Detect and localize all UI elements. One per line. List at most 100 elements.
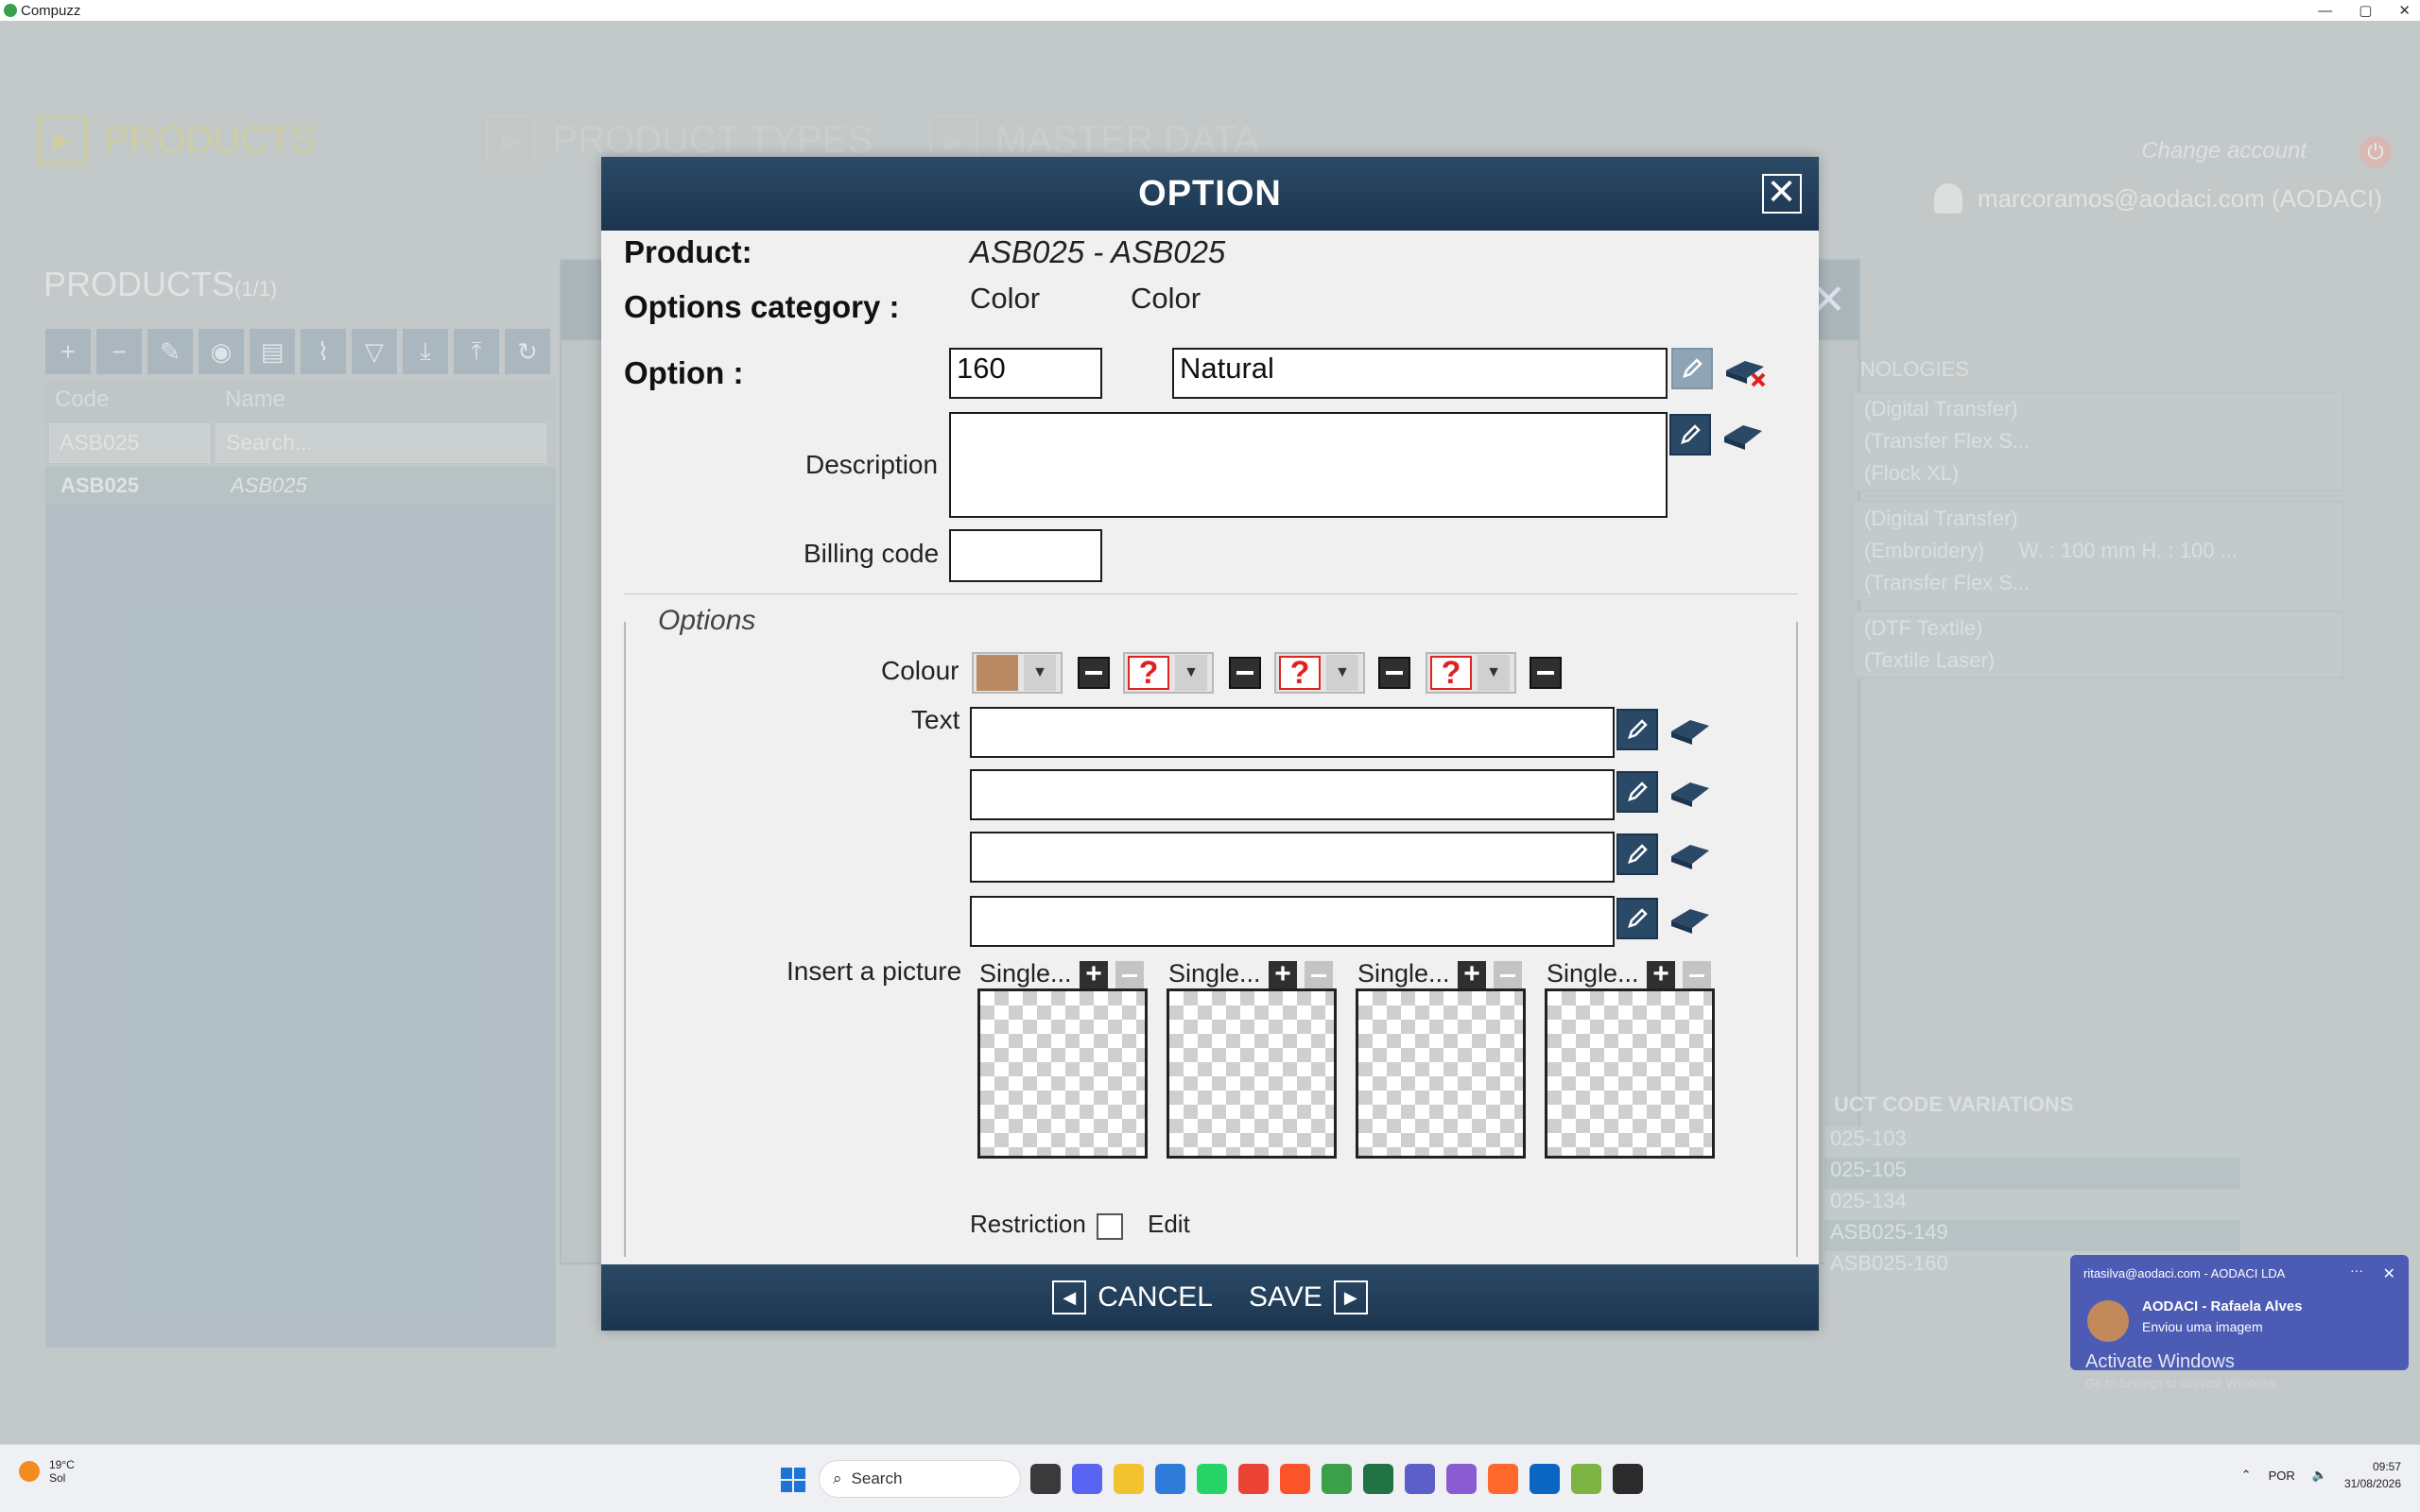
notification-message: Enviou uma imagem	[2142, 1319, 2263, 1334]
weather-widget[interactable]: 19°C Sol	[19, 1458, 75, 1485]
chevron-up-icon[interactable]: ⌃	[2241, 1468, 2252, 1483]
colour-dropdown-2[interactable]: ? ▼	[1123, 652, 1214, 694]
chrome-icon[interactable]	[1238, 1464, 1269, 1494]
picture-placeholder[interactable]	[1167, 988, 1337, 1159]
description-textarea[interactable]	[949, 412, 1668, 518]
language-indicator[interactable]: POR	[2269, 1469, 2295, 1483]
teams-icon[interactable]	[1405, 1464, 1435, 1494]
picture-label: Single...	[1547, 959, 1639, 988]
save-button[interactable]: SAVE ▶	[1249, 1280, 1368, 1314]
option-name-input[interactable]: Natural	[1172, 348, 1668, 399]
colour-dropdown-3[interactable]: ? ▼	[1274, 652, 1365, 694]
task-view-icon[interactable]	[1030, 1464, 1061, 1494]
picture-label: Single...	[1168, 959, 1261, 988]
remove-colour-button[interactable]	[1530, 657, 1562, 689]
translation-delete-icon[interactable]	[1722, 348, 1770, 389]
people-icon[interactable]	[1155, 1464, 1185, 1494]
category-code: Color	[970, 282, 1041, 315]
save-label: SAVE	[1248, 1281, 1322, 1313]
minimize-button[interactable]: —	[2318, 3, 2332, 19]
add-picture-button[interactable]: +	[1458, 960, 1486, 989]
pencil-icon	[1628, 908, 1648, 928]
chevron-down-icon: ▼	[1175, 655, 1207, 691]
terminal-icon[interactable]	[1613, 1464, 1643, 1494]
question-mark-icon: ?	[1128, 656, 1169, 690]
trello-icon[interactable]	[1530, 1464, 1560, 1494]
text-label: Text	[911, 705, 960, 734]
option-code-input[interactable]: 160	[949, 348, 1102, 399]
weather-condition: Sol	[49, 1471, 66, 1485]
cancel-button[interactable]: ◀ CANCEL	[1052, 1280, 1213, 1314]
remove-colour-button[interactable]	[1078, 657, 1110, 689]
category-name: Color	[1131, 282, 1201, 315]
taskbar: 19°C Sol ⌕ Search ⌃ POR 🔈 09:57 31/08/20…	[0, 1444, 2420, 1512]
close-icon[interactable]: ✕	[1762, 174, 1802, 214]
maximize-button[interactable]: ▢	[2359, 2, 2372, 19]
system-tray: ⌃ POR 🔈 09:57 31/08/2026	[2241, 1458, 2401, 1492]
compuzz-icon[interactable]	[1322, 1464, 1352, 1494]
remove-picture-button[interactable]	[1305, 961, 1333, 989]
edit-description-button[interactable]	[1669, 414, 1711, 455]
colour-label: Colour	[881, 656, 959, 685]
translation-icon[interactable]	[1668, 898, 1715, 939]
edit-text-button[interactable]	[1616, 898, 1658, 939]
restriction-checkbox[interactable]	[1097, 1213, 1123, 1240]
more-icon[interactable]: ···	[2350, 1263, 2363, 1278]
pencil-icon	[1681, 424, 1701, 444]
clock[interactable]: 09:57 31/08/2026	[2344, 1458, 2401, 1492]
remove-picture-button[interactable]	[1683, 961, 1711, 989]
dialog-header: OPTION ✕	[601, 157, 1819, 231]
windows-start-icon[interactable]	[781, 1468, 805, 1492]
add-picture-button[interactable]: +	[1269, 960, 1297, 989]
add-picture-button[interactable]: +	[1080, 960, 1108, 989]
add-picture-button[interactable]: +	[1647, 960, 1675, 989]
product-value: ASB025 - ASB025	[970, 234, 1226, 269]
pencil-icon	[1683, 358, 1703, 378]
app-icon[interactable]	[1488, 1464, 1518, 1494]
volume-icon[interactable]: 🔈	[2312, 1468, 2327, 1483]
picture-label: Single...	[1357, 959, 1450, 988]
close-icon[interactable]: ✕	[2383, 1264, 2395, 1283]
chevron-down-icon: ▼	[1326, 655, 1358, 691]
remove-colour-button[interactable]	[1229, 657, 1261, 689]
whatsapp-icon[interactable]	[1197, 1464, 1227, 1494]
translation-icon[interactable]	[1720, 414, 1768, 455]
billing-code-input[interactable]	[949, 529, 1102, 582]
text-input-4[interactable]	[970, 896, 1615, 947]
edit-text-button[interactable]	[1616, 833, 1658, 875]
brave-icon[interactable]	[1280, 1464, 1310, 1494]
window-titlebar: Compuzz — ▢ ✕	[0, 0, 2420, 21]
translation-icon[interactable]	[1668, 833, 1715, 875]
colour-dropdown-1[interactable]: ▼	[972, 652, 1063, 694]
translation-icon[interactable]	[1668, 771, 1715, 813]
insert-picture-label: Insert a picture	[786, 956, 962, 986]
translation-icon[interactable]	[1668, 709, 1715, 750]
remove-colour-button[interactable]	[1378, 657, 1410, 689]
dialog-title: OPTION	[1138, 173, 1282, 214]
edit-name-button[interactable]	[1671, 348, 1713, 389]
arrow-right-icon: ▶	[1333, 1280, 1368, 1314]
taskbar-search[interactable]: ⌕ Search	[819, 1460, 1021, 1498]
app-icon[interactable]	[1446, 1464, 1477, 1494]
question-mark-icon: ?	[1430, 656, 1472, 690]
chevron-down-icon: ▼	[1024, 655, 1056, 691]
colour-dropdown-4[interactable]: ? ▼	[1426, 652, 1516, 694]
text-input-3[interactable]	[970, 832, 1615, 883]
text-input-2[interactable]	[970, 769, 1615, 820]
close-window-button[interactable]: ✕	[2398, 2, 2411, 19]
remove-picture-button[interactable]	[1494, 961, 1522, 989]
file-explorer-icon[interactable]	[1114, 1464, 1144, 1494]
excel-icon[interactable]	[1363, 1464, 1393, 1494]
notepad-icon[interactable]	[1571, 1464, 1601, 1494]
edit-text-button[interactable]	[1616, 709, 1658, 750]
edit-text-button[interactable]	[1616, 771, 1658, 813]
text-input-1[interactable]	[970, 707, 1615, 758]
picture-placeholder[interactable]	[1356, 988, 1526, 1159]
remove-picture-button[interactable]	[1115, 961, 1144, 989]
billing-label: Billing code	[804, 539, 940, 568]
picture-placeholder[interactable]	[1545, 988, 1715, 1159]
notification-from: ritasilva@aodaci.com - AODACI LDA	[2083, 1266, 2286, 1280]
picture-placeholder[interactable]	[977, 988, 1148, 1159]
discord-icon[interactable]	[1072, 1464, 1102, 1494]
clock-time: 09:57	[2372, 1460, 2401, 1473]
